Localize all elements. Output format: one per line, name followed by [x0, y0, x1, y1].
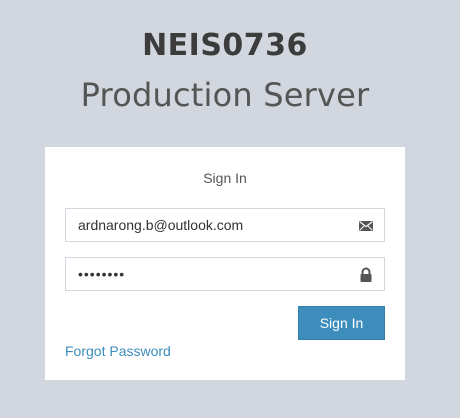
sign-in-button[interactable]: Sign In	[298, 306, 385, 340]
password-field-wrapper	[65, 257, 385, 291]
email-input[interactable]	[66, 209, 384, 241]
server-subtitle: Production Server	[80, 76, 370, 114]
login-box-message: Sign In	[203, 170, 247, 186]
email-field-wrapper	[65, 208, 385, 242]
lock-icon	[358, 267, 374, 283]
forgot-password-link[interactable]: Forgot Password	[65, 343, 171, 359]
login-box: Sign In Sign In Forgot Password	[45, 147, 405, 380]
server-name: NEIS0736	[142, 28, 308, 63]
envelope-icon	[358, 218, 374, 234]
password-input[interactable]	[66, 258, 384, 290]
